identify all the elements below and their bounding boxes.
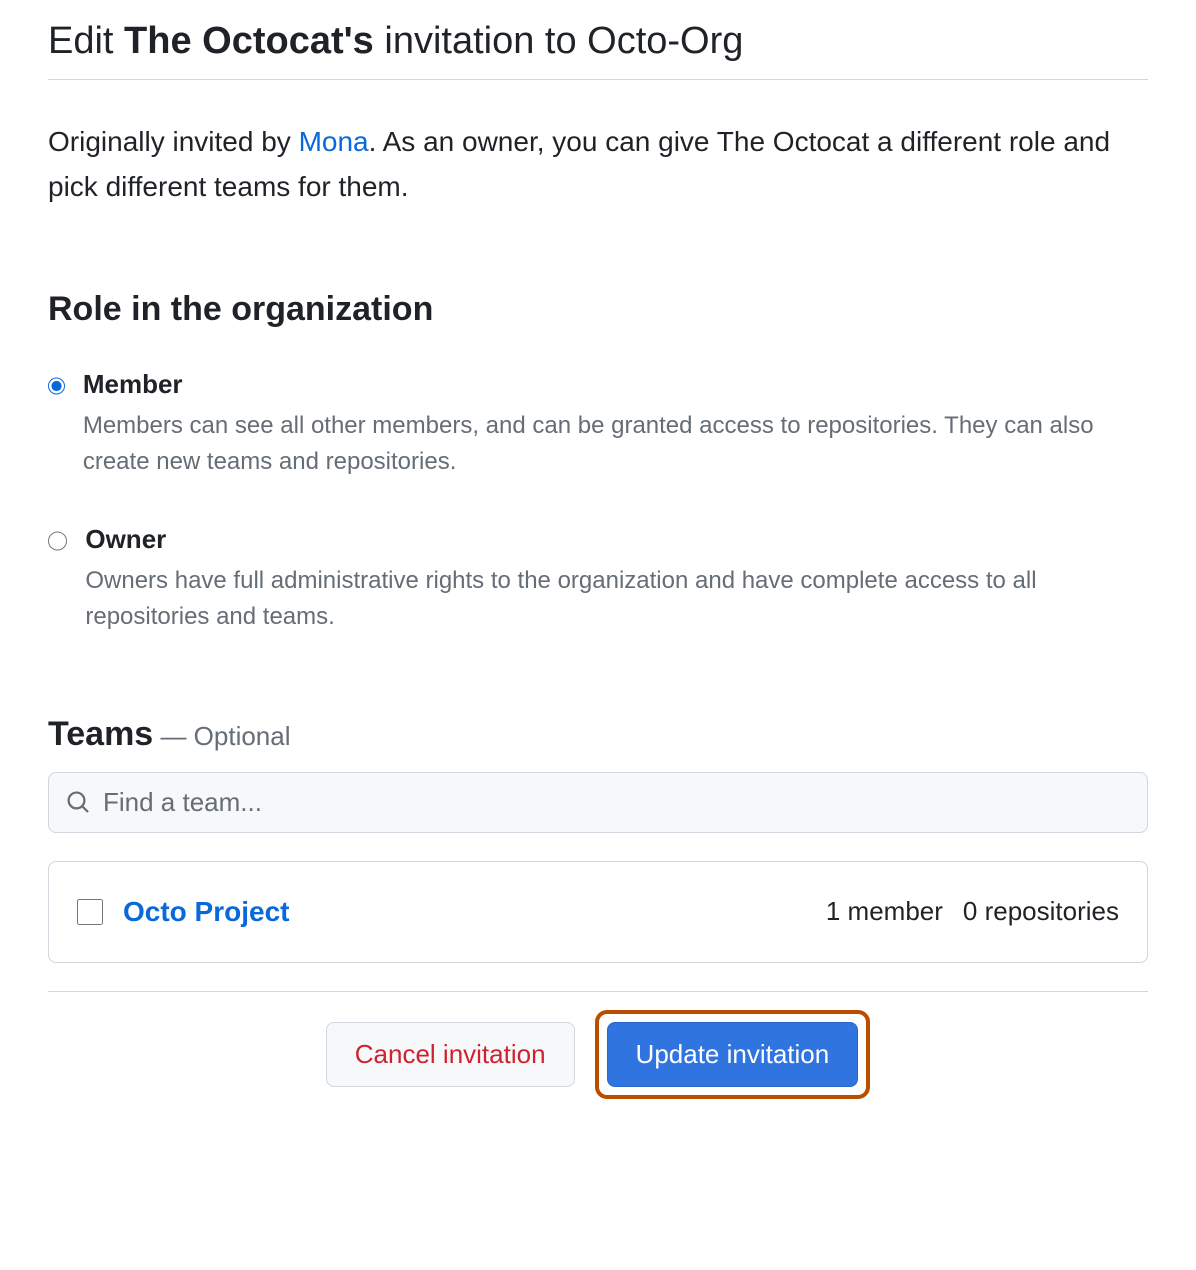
team-checkbox[interactable] <box>77 899 103 925</box>
inviter-link[interactable]: Mona <box>299 126 369 157</box>
role-desc-owner: Owners have full administrative rights t… <box>85 567 1036 630</box>
team-repos-count: 0 repositories <box>963 896 1119 927</box>
teams-section-heading: Teams — Optional <box>48 715 1148 754</box>
desc-prefix: Originally invited by <box>48 126 299 157</box>
role-option-owner[interactable]: Owner Owners have full administrative ri… <box>48 524 1148 635</box>
footer-divider <box>48 991 1148 992</box>
search-icon <box>66 790 90 814</box>
invitation-description: Originally invited by Mona. As an owner,… <box>48 120 1148 210</box>
role-section-heading: Role in the organization <box>48 290 1148 329</box>
title-prefix: Edit <box>48 20 124 62</box>
team-members-count: 1 member <box>826 896 943 927</box>
role-radio-owner[interactable] <box>48 530 67 552</box>
role-radio-member[interactable] <box>48 375 65 397</box>
header-divider <box>48 79 1148 80</box>
role-desc-member: Members can see all other members, and c… <box>83 412 1094 475</box>
team-search-wrapper <box>48 772 1148 833</box>
cancel-invitation-button[interactable]: Cancel invitation <box>326 1022 575 1087</box>
role-option-member[interactable]: Member Members can see all other members… <box>48 369 1148 480</box>
update-invitation-button[interactable]: Update invitation <box>607 1022 859 1087</box>
role-label-member: Member <box>83 369 1148 400</box>
teams-heading-text: Teams <box>48 715 153 753</box>
team-item[interactable]: Octo Project 1 member 0 repositories <box>48 861 1148 963</box>
actions-bar: Cancel invitation Update invitation <box>48 1010 1148 1099</box>
title-suffix: invitation to Octo-Org <box>374 20 744 62</box>
team-name-link[interactable]: Octo Project <box>123 896 806 928</box>
teams-optional-label: — Optional <box>153 721 290 751</box>
role-label-owner: Owner <box>85 524 1148 555</box>
team-search-input[interactable] <box>48 772 1148 833</box>
page-title: Edit The Octocat's invitation to Octo-Or… <box>48 20 1148 63</box>
title-bold: The Octocat's <box>124 20 374 62</box>
update-button-highlight: Update invitation <box>595 1010 871 1099</box>
